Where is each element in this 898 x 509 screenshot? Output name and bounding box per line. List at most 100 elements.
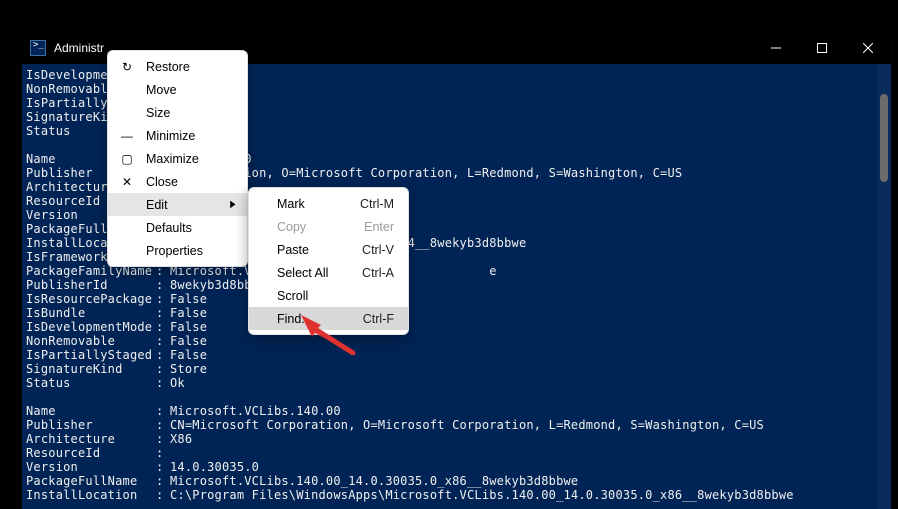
separator: : — [156, 446, 170, 460]
menu-item-size[interactable]: Size — [108, 101, 247, 124]
console-line: Version: 14.0.30035.0 — [26, 460, 883, 474]
property-value: False — [170, 348, 207, 362]
window-title: Administr — [54, 41, 104, 55]
menu-item-close[interactable]: ✕Close — [108, 170, 247, 193]
console-line: ResourceId: — [26, 446, 883, 460]
property-value: C:\Program Files\WindowsApps\Microsoft.V… — [170, 488, 794, 502]
minimize-icon — [771, 43, 781, 53]
separator: : — [156, 334, 170, 348]
menu-item-label: Edit — [146, 198, 168, 212]
shortcut-label: Ctrl-A — [362, 266, 394, 280]
menu-item-label: Properties — [146, 244, 203, 258]
separator: : — [156, 320, 170, 334]
separator: : — [156, 362, 170, 376]
maximize-icon — [817, 43, 827, 53]
submenu-item-copy: Copy Enter — [249, 215, 408, 238]
property-value: Microsoft.VCLibs.140.00 — [170, 404, 341, 418]
edit-submenu: MarkCtrl-M Copy Enter Paste Ctrl-V Select All… — [248, 187, 409, 335]
separator: : — [156, 292, 170, 306]
property-value: False — [170, 292, 207, 306]
property-key: Architecture — [26, 432, 156, 446]
close-icon — [863, 43, 873, 53]
property-value: 8wekyb3d8bb — [170, 278, 252, 292]
submenu-arrow-icon: ▶ — [230, 199, 235, 210]
shortcut-label: Enter — [364, 220, 394, 234]
submenu-item-paste[interactable]: Paste Ctrl-V — [249, 238, 408, 261]
powershell-icon — [30, 40, 46, 56]
menu-item-restore[interactable]: ↻Restore — [108, 55, 247, 78]
console-line: Architecture: X86 — [26, 432, 883, 446]
menu-item-edit[interactable]: Edit ▶ — [108, 193, 247, 216]
console-line: Name: Microsoft.VCLibs.140.00 — [26, 404, 883, 418]
submenu-item-label: Find... — [277, 312, 312, 326]
console-line: PackageFullName: Microsoft.VCLibs.140.00… — [26, 474, 883, 488]
minimize-button[interactable] — [753, 32, 799, 64]
property-value: Store — [170, 362, 207, 376]
property-key: Publisher — [26, 418, 156, 432]
console-line: InstallLocation: C:\Program Files\Window… — [26, 488, 883, 502]
console-line: Publisher: CN=Microsoft Corporation, O=M… — [26, 418, 883, 432]
property-key: PackageFullName — [26, 474, 156, 488]
scrollbar-thumb[interactable] — [880, 94, 888, 182]
property-value: X86 — [170, 432, 192, 446]
property-value: False — [170, 320, 207, 334]
submenu-item-label: Mark — [277, 197, 305, 211]
submenu-item-label: Copy — [277, 220, 306, 234]
shortcut-label: Ctrl-V — [362, 243, 394, 257]
property-value: CN=Microsoft Corporation, O=Microsoft Co… — [170, 418, 764, 432]
submenu-item-scroll[interactable]: Scroll — [249, 284, 408, 307]
console-line: Status: Ok — [26, 376, 883, 390]
maximize-glyph-icon: ▢ — [120, 152, 134, 166]
separator: : — [156, 278, 170, 292]
menu-item-minimize[interactable]: —Minimize — [108, 124, 247, 147]
submenu-item-selectall[interactable]: Select All Ctrl-A — [249, 261, 408, 284]
menu-item-properties[interactable]: Properties — [108, 239, 247, 262]
submenu-item-mark[interactable]: MarkCtrl-M — [249, 192, 408, 215]
menu-item-move[interactable]: Move — [108, 78, 247, 101]
separator: : — [156, 488, 170, 502]
submenu-item-label: Select All — [277, 266, 328, 280]
close-button[interactable] — [845, 32, 891, 64]
menu-item-label: Size — [146, 106, 170, 120]
scrollbar[interactable] — [877, 64, 891, 509]
close-glyph-icon: ✕ — [120, 175, 134, 189]
console-line: IsDevelopmentMode: False — [26, 320, 883, 334]
property-key: InstallLocation — [26, 488, 156, 502]
separator: : — [156, 432, 170, 446]
property-key: SignatureKind — [26, 362, 156, 376]
menu-item-label: Maximize — [146, 152, 199, 166]
property-key: Name — [26, 404, 156, 418]
console-line: PublisherId: 8wekyb3d8bb — [26, 278, 883, 292]
separator: : — [156, 418, 170, 432]
separator: : — [156, 474, 170, 488]
menu-item-defaults[interactable]: Defaults — [108, 216, 247, 239]
property-key: ResourceId — [26, 446, 156, 460]
property-value: 14.0.30035.0 — [170, 460, 259, 474]
separator: : — [156, 376, 170, 390]
shortcut-label: Ctrl-F — [363, 312, 394, 326]
console-line: NonRemovable: False — [26, 334, 883, 348]
minimize-glyph-icon: — — [120, 129, 134, 143]
property-value: Ok — [170, 376, 185, 390]
separator: : — [156, 306, 170, 320]
property-key: IsDevelopmentMode — [26, 320, 156, 334]
console-line: IsPartiallyStaged: False — [26, 348, 883, 362]
maximize-button[interactable] — [799, 32, 845, 64]
menu-item-label: Restore — [146, 60, 190, 74]
property-key: Version — [26, 460, 156, 474]
submenu-item-label: Paste — [277, 243, 309, 257]
console-line: IsBundle: False — [26, 306, 883, 320]
separator: : — [156, 404, 170, 418]
property-key: PublisherId — [26, 278, 156, 292]
console-line: SignatureKind: Store — [26, 362, 883, 376]
console-line: IsResourcePackage: False — [26, 292, 883, 306]
separator: : — [156, 460, 170, 474]
separator: : — [156, 348, 170, 362]
system-menu: ↻RestoreMove Size —Minimize ▢ Maximize ✕Close… — [107, 50, 248, 267]
submenu-item-find[interactable]: Find... Ctrl-F — [249, 307, 408, 330]
property-key: IsPartiallyStaged — [26, 348, 156, 362]
property-key: IsResourcePackage — [26, 292, 156, 306]
blank-line — [26, 390, 883, 404]
menu-item-maximize[interactable]: ▢ Maximize — [108, 147, 247, 170]
property-key: IsBundle — [26, 306, 156, 320]
